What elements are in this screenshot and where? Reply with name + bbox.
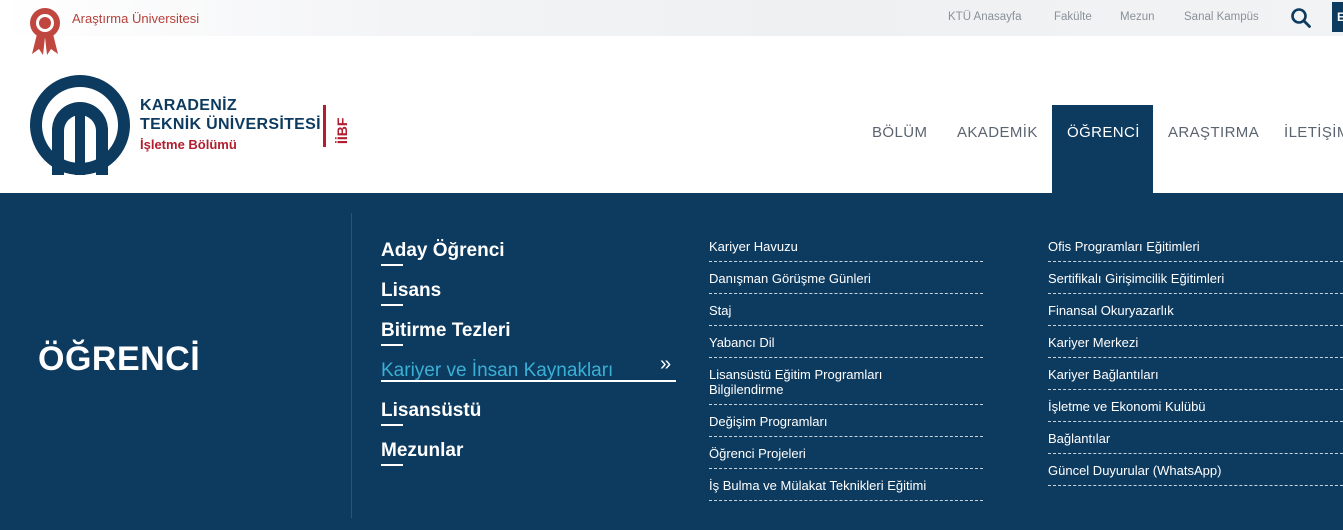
underline-accent bbox=[381, 464, 403, 466]
sub-link[interactable]: Staj bbox=[709, 303, 984, 318]
sub-link[interactable]: Ofis Programları Eğitimleri bbox=[1048, 239, 1323, 254]
link-separator bbox=[709, 468, 983, 469]
panel-title: ÖĞRENCİ bbox=[38, 340, 201, 378]
sub-link[interactable]: Kariyer Merkezi bbox=[1048, 335, 1323, 350]
sub-link[interactable]: İş Bulma ve Mülakat Teknikleri Eğitimi bbox=[709, 478, 984, 493]
sub-link[interactable]: Öğrenci Projeleri bbox=[709, 446, 984, 461]
menu-graduation-theses[interactable]: Bitirme Tezleri bbox=[381, 320, 511, 346]
underline-accent bbox=[381, 304, 403, 306]
link-separator bbox=[709, 261, 983, 262]
menu-label: Aday Öğrenci bbox=[381, 240, 505, 261]
award-medal-icon bbox=[30, 8, 60, 55]
nav-department[interactable]: BÖLÜM bbox=[872, 105, 927, 193]
menu-label: Lisansüstü bbox=[381, 400, 482, 421]
sub-link[interactable]: Lisansüstü Eğitim Programları Bilgilendi… bbox=[709, 367, 909, 397]
link-separator bbox=[1048, 485, 1343, 486]
student-mega-menu: ÖĞRENCİ Aday Öğrenci Lisans Bitirme Tezl… bbox=[0, 193, 1343, 530]
language-button[interactable]: E bbox=[1332, 2, 1343, 32]
double-chevron-right-icon: » bbox=[660, 353, 672, 375]
link-separator bbox=[709, 357, 983, 358]
menu-label: Lisans bbox=[381, 280, 442, 301]
sub-link[interactable]: Sertifikalı Girişimcilik Eğitimleri bbox=[1048, 271, 1323, 286]
menu-career-hr[interactable]: Kariyer ve İnsan Kaynakları bbox=[381, 360, 613, 382]
link-separator bbox=[1048, 421, 1343, 422]
menu-alumni[interactable]: Mezunlar bbox=[381, 440, 464, 466]
link-separator bbox=[1048, 453, 1343, 454]
sub-link[interactable]: Finansal Okuryazarlık bbox=[1048, 303, 1323, 318]
menu-label: Mezunlar bbox=[381, 440, 464, 461]
nav-academic[interactable]: AKADEMİK bbox=[957, 105, 1038, 193]
panel-divider bbox=[351, 213, 352, 518]
sub-link[interactable]: Değişim Programları bbox=[709, 414, 984, 429]
sub-link[interactable]: Bağlantılar bbox=[1048, 431, 1323, 446]
department-name: İşletme Bölümü bbox=[140, 137, 237, 152]
link-separator bbox=[1048, 325, 1343, 326]
underline-accent bbox=[381, 424, 403, 426]
sub-link[interactable]: Kariyer Havuzu bbox=[709, 239, 984, 254]
link-separator bbox=[709, 500, 983, 501]
university-name-line2: TEKNİK ÜNİVERSİTESİ bbox=[140, 116, 321, 133]
sub-link[interactable]: Güncel Duyurular (WhatsApp) bbox=[1048, 463, 1323, 478]
alumni-link[interactable]: Mezun bbox=[1120, 11, 1155, 23]
link-separator bbox=[1048, 261, 1343, 262]
ktu-logo-icon[interactable] bbox=[30, 75, 130, 175]
underline-accent bbox=[381, 264, 403, 266]
menu-graduate[interactable]: Lisansüstü bbox=[381, 400, 482, 426]
active-underline bbox=[381, 380, 676, 382]
menu-label: Bitirme Tezleri bbox=[381, 320, 511, 341]
ktu-homepage-link[interactable]: KTÜ Anasayfa bbox=[948, 11, 1022, 23]
faculty-link[interactable]: Fakülte bbox=[1054, 11, 1092, 23]
link-separator bbox=[709, 325, 983, 326]
link-separator bbox=[709, 404, 983, 405]
top-bar: Araştırma Üniversitesi KTÜ Anasayfa Fakü… bbox=[0, 0, 1343, 55]
sub-link[interactable]: Danışman Görüşme Günleri bbox=[709, 271, 984, 286]
underline-accent bbox=[381, 344, 403, 346]
menu-prospective-student[interactable]: Aday Öğrenci bbox=[381, 240, 505, 266]
sub-link[interactable]: Kariyer Bağlantıları bbox=[1048, 367, 1323, 382]
header-divider bbox=[323, 105, 326, 147]
sub-link[interactable]: Yabancı Dil bbox=[709, 335, 984, 350]
link-separator bbox=[1048, 357, 1343, 358]
menu-label: Kariyer ve İnsan Kaynakları bbox=[381, 360, 614, 381]
sub-link[interactable]: İşletme ve Ekonomi Kulübü bbox=[1048, 399, 1323, 414]
university-name-line1: KARADENİZ bbox=[140, 97, 237, 114]
link-separator bbox=[709, 293, 983, 294]
faculty-abbreviation: İİBF bbox=[334, 117, 350, 144]
virtual-campus-link[interactable]: Sanal Kampüs bbox=[1184, 11, 1259, 23]
nav-student[interactable]: ÖĞRENCİ bbox=[1052, 105, 1153, 193]
link-separator bbox=[1048, 293, 1343, 294]
menu-undergraduate[interactable]: Lisans bbox=[381, 280, 442, 306]
faculty-abbreviation-text: İİBF bbox=[334, 117, 350, 144]
link-separator bbox=[1048, 389, 1343, 390]
nav-research[interactable]: ARAŞTIRMA bbox=[1168, 105, 1259, 193]
search-icon[interactable] bbox=[1290, 7, 1312, 29]
research-university-label[interactable]: Araştırma Üniversitesi bbox=[72, 11, 199, 26]
link-separator bbox=[709, 436, 983, 437]
nav-contact[interactable]: İLETİŞİM bbox=[1284, 105, 1343, 193]
